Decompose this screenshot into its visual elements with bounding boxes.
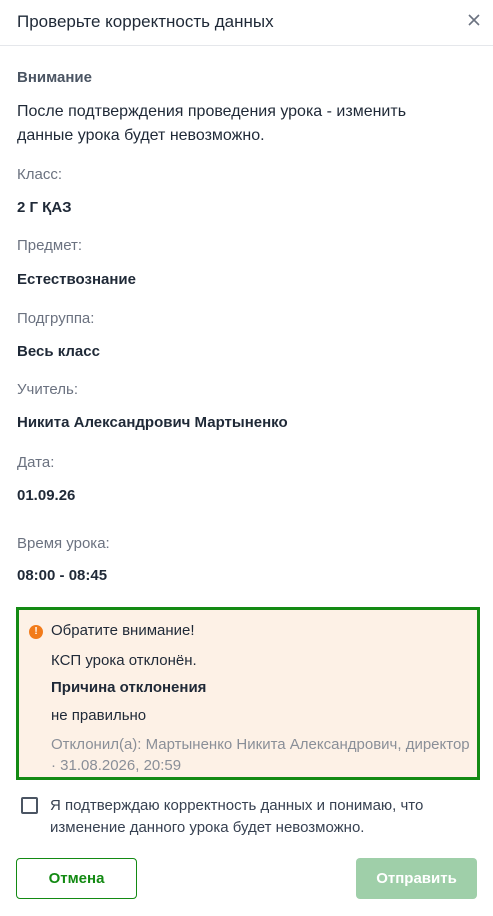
- date-value: 01.09.26: [17, 487, 76, 504]
- rejection-notice: ! Обратите внимание! КСП урока отклонён.…: [16, 607, 480, 780]
- date-label: Дата:: [17, 454, 55, 471]
- confirm-text[interactable]: Я подтверждаю корректность данных и пони…: [50, 795, 480, 839]
- dialog-title: Проверьте корректность данных: [17, 12, 274, 31]
- subject-label: Предмет:: [17, 237, 83, 254]
- notice-title: Обратите внимание!: [51, 622, 195, 639]
- send-button[interactable]: Отправить: [356, 858, 477, 899]
- subject-value: Естествознание: [17, 271, 136, 288]
- warning-title: Внимание: [17, 69, 92, 86]
- cancel-button[interactable]: Отмена: [16, 858, 137, 899]
- class-value: 2 Г ҚАЗ: [17, 199, 72, 216]
- subgroup-value: Весь класс: [17, 343, 100, 360]
- notice-status: КСП урока отклонён.: [51, 652, 197, 669]
- time-value: 08:00 - 08:45: [17, 567, 108, 584]
- dialog-header: Проверьте корректность данных: [0, 0, 493, 46]
- close-icon: [468, 14, 480, 26]
- time-label: Время урока:: [17, 535, 110, 552]
- notice-reason-label: Причина отклонения: [51, 679, 207, 696]
- notice-meta: Отклонил(а): Мартыненко Никита Александр…: [51, 736, 470, 774]
- teacher-label: Учитель:: [17, 381, 79, 398]
- subgroup-label: Подгруппа:: [17, 310, 95, 327]
- teacher-value: Никита Александрович Мартыненко: [17, 414, 288, 431]
- close-button[interactable]: [463, 9, 485, 31]
- confirm-dialog: Проверьте корректность данных Внимание П…: [0, 0, 493, 916]
- warning-text: После подтверждения проведения урока - и…: [17, 103, 407, 144]
- info-icon: !: [29, 625, 43, 639]
- notice-reason: не правильно: [51, 707, 147, 724]
- confirm-checkbox[interactable]: [21, 797, 38, 814]
- class-label: Класс:: [17, 166, 62, 183]
